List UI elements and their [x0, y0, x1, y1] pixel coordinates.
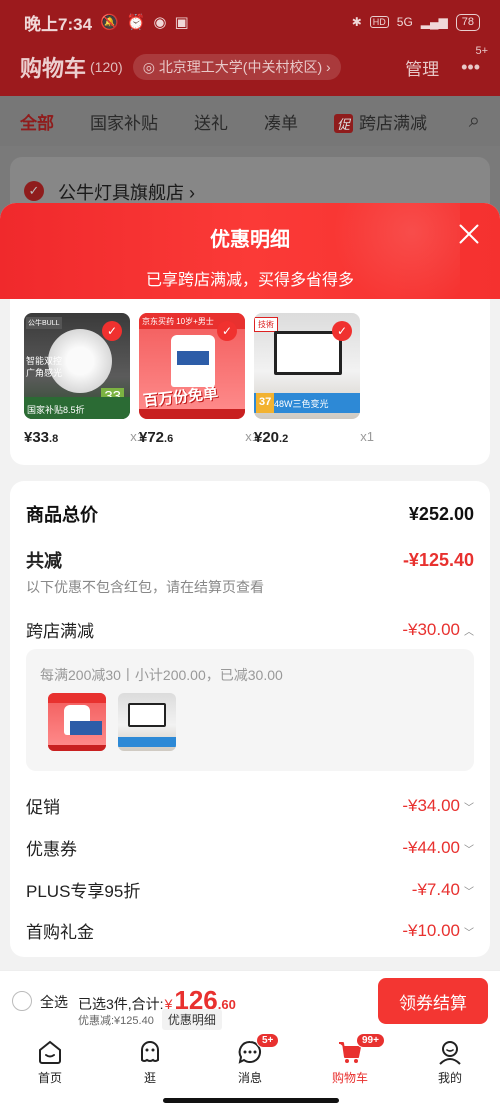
promotion-label: 促销 [26, 798, 60, 817]
product-thumb [48, 693, 106, 751]
check-icon: ✓ [102, 321, 122, 341]
select-all-label[interactable]: 全选 [40, 992, 68, 1012]
coupon-row[interactable]: 优惠券 -¥44.00 ﹀ [26, 835, 474, 860]
mute-icon: 🔕 [100, 14, 119, 31]
cart-count: (120) [90, 59, 123, 75]
tab-national-subsidy[interactable]: 国家补贴 [90, 109, 158, 134]
chevron-right-icon: › [322, 59, 331, 75]
cross-store-row[interactable]: 跨店满减 -¥30.00 ︿ [26, 617, 474, 642]
location-text: 北京理工大学(中关村校区) [158, 59, 323, 75]
sheet-subtitle: 已享跨店满减，买得多省得多 [145, 272, 354, 289]
message-badge: 5+ [256, 1033, 280, 1048]
cross-store-desc: 每满200减30丨小计200.00，已减30.00 [40, 667, 283, 683]
chevron-up-icon: ︿ [464, 626, 474, 638]
nav-home[interactable]: 首页 [0, 1032, 100, 1111]
location-selector[interactable]: ◎ 北京理工大学(中关村校区) › [132, 54, 341, 80]
product-item[interactable]: 技術 37 48W三色变光 ✓ ¥20.2 x1 [254, 313, 374, 446]
tab-cross-store[interactable]: 促跨店满减 [334, 109, 427, 134]
bluetooth-icon: ✱ [351, 15, 362, 29]
close-icon[interactable] [456, 221, 482, 247]
product-image: 技術 37 48W三色变光 ✓ [254, 313, 360, 419]
discount-detail-button[interactable]: 优惠明细 [161, 1009, 222, 1030]
promo-badge: 促 [334, 113, 354, 133]
search-icon[interactable]: ⌕ [469, 110, 480, 133]
check-icon: ✓ [217, 321, 237, 341]
tab-all[interactable]: 全部 [20, 109, 54, 134]
product-qty: x1 [360, 429, 374, 444]
plus-label: PLUS专享95折 [26, 882, 141, 901]
status-bar: 晚上7:34 🔕 ⏰ ◉ ▣ ✱ HD 5G ▂▄▆ 78 [0, 0, 500, 44]
home-indicator[interactable] [163, 1098, 339, 1103]
chevron-down-icon: ﹀ [464, 802, 474, 814]
weibo-icon: ◉ [153, 14, 167, 31]
sheet-title: 优惠明细 [210, 229, 290, 251]
battery-icon: 78 [455, 13, 480, 31]
product-price: ¥72.6 [139, 429, 174, 446]
cross-store-value: -¥30.00 [402, 619, 460, 639]
network-label: 5G [396, 15, 413, 29]
discount-note: 以下优惠不包含红包，请在结算页查看 [26, 579, 264, 595]
hd-icon: HD [369, 16, 389, 28]
more-icon[interactable]: ••• 5+ [461, 45, 488, 78]
reduce-value: -¥125.40 [402, 549, 474, 570]
total-value: ¥252.00 [408, 503, 474, 524]
first-purchase-label: 首购礼金 [26, 923, 94, 942]
browse-icon [141, 1041, 159, 1062]
chevron-down-icon: ﹀ [464, 927, 474, 939]
total-row: 商品总价 ¥252.00 [26, 501, 474, 527]
tab-gift[interactable]: 送礼 [194, 109, 228, 134]
profile-icon [439, 1041, 461, 1065]
product-item[interactable]: 京东买药 10岁+男士 百万份免单 ✓ ¥72.6 x1 [139, 313, 259, 446]
store-check-icon[interactable]: ✓ [24, 181, 44, 201]
product-item[interactable]: 公牛BULL 智能双控 广角感光 33 国家补贴8.5折 ✓ ¥33.8 x1 [24, 313, 144, 446]
plus-value: -¥7.40 [411, 879, 460, 899]
first-purchase-value: -¥10.00 [402, 920, 460, 940]
store-name[interactable]: 公牛灯具旗舰店 › [58, 179, 195, 205]
discount-detail-sheet: 优惠明细 已享跨店满减，买得多省得多 公牛BULL 智能双控 广角感光 33 国… [0, 203, 500, 970]
battery-level: 78 [461, 15, 474, 28]
nav-profile[interactable]: 我的 [400, 1032, 500, 1111]
reduce-row: 共减 -¥125.40 [26, 547, 474, 573]
checkout-button[interactable]: 领券结算 [378, 978, 488, 1024]
tab-cross-store-label: 跨店满减 [359, 113, 428, 133]
eye-icon: ◎ [142, 59, 159, 75]
product-image: 公牛BULL 智能双控 广角感光 33 国家补贴8.5折 ✓ [24, 313, 130, 419]
coupon-value: -¥44.00 [402, 837, 460, 857]
promotion-value: -¥34.00 [402, 795, 460, 815]
reduce-label: 共减 [26, 551, 62, 571]
select-all-radio[interactable] [12, 991, 32, 1011]
signal-icon: ▂▄▆ [420, 15, 448, 29]
coupon-label: 优惠券 [26, 840, 77, 859]
total-label: 商品总价 [26, 505, 98, 525]
checkout-bar: 全选 已选3件,合计: ¥ 126.60 优惠减:¥125.40 优惠明细 领券… [0, 970, 500, 1032]
promotion-row[interactable]: 促销 -¥34.00 ﹀ [26, 793, 474, 818]
plus-row[interactable]: PLUS专享95折 -¥7.40 ﹀ [26, 877, 474, 902]
first-purchase-row[interactable]: 首购礼金 -¥10.00 ﹀ [26, 918, 474, 943]
chevron-down-icon: ﹀ [464, 886, 474, 898]
cross-store-label: 跨店满减 [26, 622, 94, 641]
filter-tabs: 全部 国家补贴 送礼 凑单 促跨店满减 ⌕ [0, 96, 500, 146]
discount-amount: 优惠减:¥125.40 [78, 1014, 154, 1027]
check-icon: ✓ [332, 321, 352, 341]
home-icon [39, 1040, 61, 1064]
app-notification-icon: ▣ [174, 14, 189, 31]
alarm-icon: ⏰ [126, 14, 146, 31]
selected-products: 公牛BULL 智能双控 广角感光 33 国家补贴8.5折 ✓ ¥33.8 x1 … [10, 299, 490, 465]
cart-badge: 99+ [356, 1033, 385, 1048]
tab-bundle[interactable]: 凑单 [264, 109, 298, 134]
product-thumb [118, 693, 176, 751]
manage-button[interactable]: 管理 [405, 55, 439, 80]
price-summary: 商品总价 ¥252.00 共减 -¥125.40 以下优惠不包含红包，请在结算页… [10, 481, 490, 957]
cross-store-detail: 每满200减30丨小计200.00，已减30.00 [26, 649, 474, 771]
status-time: 晚上7:34 [24, 14, 93, 34]
product-image: 京东买药 10岁+男士 百万份免单 ✓ [139, 313, 245, 419]
chevron-down-icon: ﹀ [464, 844, 474, 856]
page-title: 购物车 [20, 56, 87, 81]
more-badge: 5+ [475, 44, 488, 57]
app-header: 晚上7:34 🔕 ⏰ ◉ ▣ ✱ HD 5G ▂▄▆ 78 购物车 (120) … [0, 0, 500, 96]
sheet-header: 优惠明细 已享跨店满减，买得多省得多 [0, 203, 500, 299]
product-price: ¥20.2 [254, 429, 289, 446]
product-price: ¥33.8 [24, 429, 59, 446]
